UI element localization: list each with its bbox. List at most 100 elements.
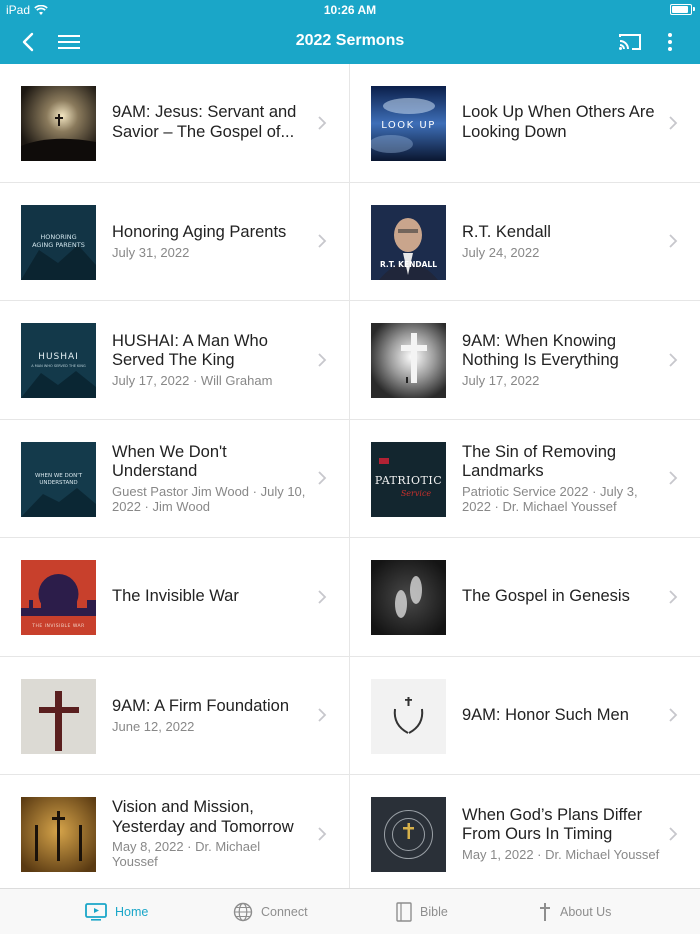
sermon-thumbnail: LOOK UP <box>371 86 446 161</box>
chevron-right-icon <box>669 827 678 841</box>
sermon-card[interactable]: WHEN WE DON'T UNDERSTAND When We Don't U… <box>0 419 350 538</box>
sermon-title: The Invisible War <box>112 587 239 605</box>
svg-text:AGING PARENTS: AGING PARENTS <box>32 241 85 249</box>
sermon-text: 9AM: Honor Such Men <box>462 657 660 775</box>
sermon-date: July 31, 2022 <box>112 244 190 260</box>
sermon-title: 9AM: A Firm Foundation <box>112 697 289 715</box>
sermon-meta: May 8, 2022 · Dr. Michael Youssef <box>112 839 261 870</box>
tab-connect[interactable]: Connect <box>233 889 308 934</box>
sermon-thumbnail: THE INVISIBLE WAR <box>21 560 96 635</box>
sermon-card[interactable]: 9AM: A Firm Foundation June 12, 2022 <box>0 656 350 775</box>
sermon-text: When We Don't Understand Guest Pastor Ji… <box>112 420 309 538</box>
sermon-thumbnail <box>371 323 446 398</box>
sermon-text: Honoring Aging Parents July 31, 2022 <box>112 183 309 301</box>
cast-icon <box>619 34 641 50</box>
sermon-thumbnail: HUSHAI A MAN WHO SERVED THE KING <box>21 323 96 398</box>
status-bar: iPad 10:26 AM <box>0 0 700 20</box>
sermon-date: July 24, 2022 <box>462 244 540 260</box>
tab-bar: Home Connect Bible About Us <box>0 888 700 934</box>
sermon-card[interactable]: The Gospel in Genesis <box>350 538 700 657</box>
sermon-text: The Gospel in Genesis <box>462 538 660 656</box>
battery-icon <box>670 4 695 15</box>
sermon-text: R.T. Kendall July 24, 2022 <box>462 183 660 301</box>
sermon-card[interactable]: HONORING AGING PARENTS Honoring Aging Pa… <box>0 182 350 301</box>
cross-icon <box>540 903 550 921</box>
sermon-text: 9AM: A Firm Foundation June 12, 2022 <box>112 657 309 775</box>
tab-home[interactable]: Home <box>85 889 148 934</box>
chevron-right-icon <box>669 471 678 485</box>
sermon-title: The Sin of Removing Landmarks <box>462 442 617 481</box>
chevron-right-icon <box>669 708 678 722</box>
sermon-card[interactable]: HUSHAI A MAN WHO SERVED THE KING HUSHAI:… <box>0 301 350 420</box>
svg-text:LOOK UP: LOOK UP <box>381 120 436 131</box>
svg-text:HUSHAI: HUSHAI <box>38 352 79 362</box>
tab-bible[interactable]: Bible <box>396 889 448 934</box>
svg-text:A MAN WHO SERVED THE KING: A MAN WHO SERVED THE KING <box>31 364 86 368</box>
sermon-thumbnail <box>21 86 96 161</box>
sermon-card[interactable]: 9AM: When Knowing Nothing Is Everything … <box>350 301 700 420</box>
status-time: 10:26 AM <box>323 3 377 17</box>
sermon-title: 9AM: Jesus: Servant and Savior – The Gos… <box>112 103 297 141</box>
sermon-thumbnail <box>371 797 446 872</box>
sermon-thumbnail: HONORING AGING PARENTS <box>21 204 96 280</box>
cast-button[interactable] <box>616 28 644 56</box>
sermon-card[interactable]: R.T. KENDALL R.T. Kendall July 24, 2022 <box>350 182 700 301</box>
sermon-title: When God’s Plans Differ From Ours In Tim… <box>462 805 643 844</box>
svg-text:PATRIOTIC: PATRIOTIC <box>375 474 442 487</box>
sermon-card[interactable]: Vision and Mission, Yesterday and Tomorr… <box>0 775 350 888</box>
sermon-meta: May 1, 2022 · Dr. Michael Youssef <box>462 846 660 862</box>
sermon-text: Vision and Mission, Yesterday and Tomorr… <box>112 775 309 888</box>
sermon-card[interactable]: PATRIOTIC Service The Sin of Removing La… <box>350 419 700 538</box>
sermon-title: Vision and Mission, Yesterday and Tomorr… <box>112 798 294 836</box>
sermon-card[interactable]: LOOK UP Look Up When Others Are Looking … <box>350 64 700 183</box>
sermon-card[interactable]: THE INVISIBLE WAR The Invisible War <box>0 538 350 657</box>
sermon-title: The Gospel in Genesis <box>462 587 630 605</box>
tab-label: Bible <box>420 905 448 919</box>
tab-about-us[interactable]: About Us <box>538 889 611 934</box>
svg-text:THE INVISIBLE WAR: THE INVISIBLE WAR <box>31 623 84 629</box>
sermon-text: HUSHAI: A Man Who Served The King July 1… <box>112 301 309 419</box>
sermon-thumbnail: PATRIOTIC Service <box>371 441 446 517</box>
sermon-thumbnail <box>21 678 96 754</box>
sermon-thumbnail <box>371 560 446 635</box>
sermon-text: Look Up When Others Are Looking Down <box>462 64 660 182</box>
chevron-right-icon <box>318 353 327 367</box>
chevron-right-icon <box>318 590 327 604</box>
sermon-card[interactable]: 9AM: Jesus: Servant and Savior – The Gos… <box>0 64 350 183</box>
chevron-right-icon <box>318 708 327 722</box>
chevron-right-icon <box>669 234 678 248</box>
tab-label: Connect <box>261 905 308 919</box>
sermon-date: June 12, 2022 <box>112 718 195 734</box>
sermon-grid: 9AM: Jesus: Servant and Savior – The Gos… <box>0 64 700 888</box>
chevron-right-icon <box>669 353 678 367</box>
sermon-title: Honoring Aging Parents <box>112 223 287 241</box>
sermon-card[interactable]: When God’s Plans Differ From Ours In Tim… <box>350 775 700 888</box>
book-icon <box>396 902 412 922</box>
sermon-title: When We Don't Understand <box>112 442 227 481</box>
sermon-thumbnail: R.T. KENDALL <box>371 204 446 280</box>
sermon-meta: July 17, 2022 · Will Graham <box>112 372 273 388</box>
more-options-button[interactable] <box>656 28 684 56</box>
svg-text:UNDERSTAND: UNDERSTAND <box>39 480 77 486</box>
sermon-text: The Invisible War <box>112 538 309 656</box>
svg-text:R.T. KENDALL: R.T. KENDALL <box>380 260 437 269</box>
more-vertical-icon <box>668 33 672 51</box>
sermon-thumbnail: WHEN WE DON'T UNDERSTAND <box>21 441 96 517</box>
sermon-thumbnail <box>21 797 96 872</box>
sermon-text: When God’s Plans Differ From Ours In Tim… <box>462 775 660 888</box>
sermon-title: HUSHAI: A Man Who Served The King <box>112 331 268 370</box>
sermon-title: R.T. Kendall <box>462 223 551 241</box>
svg-text:HONORING: HONORING <box>40 233 76 241</box>
chevron-right-icon <box>318 827 327 841</box>
sermon-card[interactable]: 9AM: Honor Such Men <box>350 656 700 775</box>
svg-text:WHEN WE DON'T: WHEN WE DON'T <box>35 473 83 479</box>
sermon-thumbnail <box>371 678 446 754</box>
sermon-meta: Patriotic Service 2022 · July 3, 2022 · … <box>462 483 638 514</box>
sermon-text: 9AM: When Knowing Nothing Is Everything … <box>462 301 660 419</box>
sermon-text: 9AM: Jesus: Servant and Savior – The Gos… <box>112 64 309 182</box>
tab-label: Home <box>115 905 149 919</box>
sermon-text: The Sin of Removing Landmarks Patriotic … <box>462 420 660 538</box>
sermon-title: 9AM: When Knowing Nothing Is Everything <box>462 331 619 370</box>
chevron-right-icon <box>318 116 327 130</box>
sermon-title: 9AM: Honor Such Men <box>462 705 629 724</box>
